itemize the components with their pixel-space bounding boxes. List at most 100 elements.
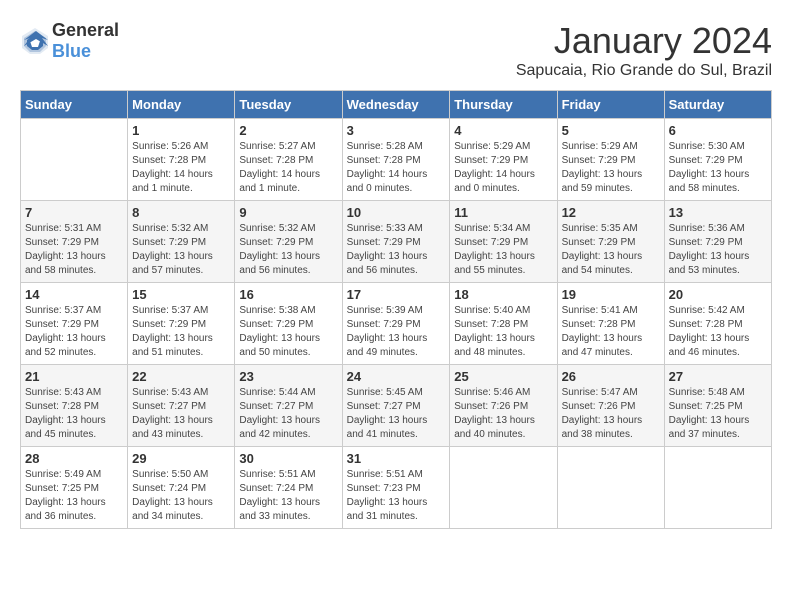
day-number: 2: [239, 123, 337, 138]
day-number: 19: [562, 287, 660, 302]
calendar-cell: 10Sunrise: 5:33 AM Sunset: 7:29 PM Dayli…: [342, 201, 450, 283]
day-info: Sunrise: 5:44 AM Sunset: 7:27 PM Dayligh…: [239, 386, 337, 442]
day-info: Sunrise: 5:39 AM Sunset: 7:29 PM Dayligh…: [347, 304, 446, 360]
day-header-wednesday: Wednesday: [342, 91, 450, 119]
calendar-week-5: 28 Sunrise: 5:49 AM Sunset: 7:25 PM Dayli…: [21, 447, 772, 529]
day-number: 18: [454, 287, 552, 302]
calendar-cell: [450, 447, 557, 529]
calendar-cell: 13 Sunrise: 5:36 AM Sunset: 7:29 PM Dayli…: [664, 201, 771, 283]
day-number: 9: [239, 205, 337, 220]
day-number: 8: [132, 205, 230, 220]
day-header-saturday: Saturday: [664, 91, 771, 119]
day-info: Sunrise: 5:32 AM Sunset: 7:29 PM Dayligh…: [132, 222, 230, 278]
day-info: Sunrise: 5:37 AM Sunset: 7:29 PM Dayligh…: [132, 304, 230, 360]
day-info: Sunrise: 5:29 AM Sunset: 7:29 PM Dayligh…: [454, 140, 552, 196]
day-info: Sunrise: 5:43 AM Sunset: 7:27 PM Dayligh…: [132, 386, 230, 442]
day-info: Sunrise: 5:36 AM Sunset: 7:29 PM Dayligh…: [669, 222, 767, 278]
day-number: 14: [25, 287, 123, 302]
calendar-cell: 30 Sunrise: 5:51 AM Sunset: 7:24 PM Dayli…: [235, 447, 342, 529]
calendar-cell: 26Sunrise: 5:47 AM Sunset: 7:26 PM Dayli…: [557, 365, 664, 447]
day-number: 31: [347, 451, 446, 466]
calendar-cell: 5Sunrise: 5:29 AM Sunset: 7:29 PM Daylig…: [557, 119, 664, 201]
day-info: Sunrise: 5:49 AM Sunset: 7:25 PM Dayligh…: [25, 468, 123, 524]
calendar-cell: 12Sunrise: 5:35 AM Sunset: 7:29 PM Dayli…: [557, 201, 664, 283]
day-info: Sunrise: 5:38 AM Sunset: 7:29 PM Dayligh…: [239, 304, 337, 360]
day-number: 16: [239, 287, 337, 302]
calendar-cell: 18 Sunrise: 5:40 AM Sunset: 7:28 PM Dayli…: [450, 283, 557, 365]
day-info: Sunrise: 5:30 AM Sunset: 7:29 PM Dayligh…: [669, 140, 767, 196]
calendar-week-1: 1 Sunrise: 5:26 AM Sunset: 7:28 PM Daylig…: [21, 119, 772, 201]
calendar-cell: 14Sunrise: 5:37 AM Sunset: 7:29 PM Dayli…: [21, 283, 128, 365]
day-info: Sunrise: 5:41 AM Sunset: 7:28 PM Dayligh…: [562, 304, 660, 360]
calendar-cell: 4 Sunrise: 5:29 AM Sunset: 7:29 PM Daylig…: [450, 119, 557, 201]
day-info: Sunrise: 5:27 AM Sunset: 7:28 PM Dayligh…: [239, 140, 337, 196]
day-number: 21: [25, 369, 123, 384]
calendar-week-4: 21 Sunrise: 5:43 AM Sunset: 7:28 PM Dayli…: [21, 365, 772, 447]
calendar-week-3: 14 Sunrise: 5:37 AM Sunset: 7:29 PM Dayli…: [21, 283, 772, 365]
day-header-tuesday: Tuesday: [235, 91, 342, 119]
calendar-cell: 31 Sunrise: 5:51 AM Sunset: 7:23 PM Dayli…: [342, 447, 450, 529]
day-number: 20: [669, 287, 767, 302]
day-number: 23: [239, 369, 337, 384]
day-number: 27: [669, 369, 767, 384]
day-number: 4: [454, 123, 552, 138]
calendar-cell: [21, 119, 128, 201]
calendar-cell: 16 Sunrise: 5:38 AM Sunset: 7:29 PM Dayli…: [235, 283, 342, 365]
calendar-cell: 7 Sunrise: 5:31 AM Sunset: 7:29 PM Daylig…: [21, 201, 128, 283]
calendar-cell: 2 Sunrise: 5:27 AM Sunset: 7:28 PM Daylig…: [235, 119, 342, 201]
calendar-cell: 19 Sunrise: 5:41 AM Sunset: 7:28 PM Dayli…: [557, 283, 664, 365]
day-number: 29: [132, 451, 230, 466]
calendar-cell: 20 Sunrise: 5:42 AM Sunset: 7:28 PM Dayli…: [664, 283, 771, 365]
day-number: 6: [669, 123, 767, 138]
day-header-thursday: Thursday: [450, 91, 557, 119]
calendar-cell: 23 Sunrise: 5:44 AM Sunset: 7:27 PM Dayli…: [235, 365, 342, 447]
calendar-cell: 29 Sunrise: 5:50 AM Sunset: 7:24 PM Dayli…: [128, 447, 235, 529]
day-number: 7: [25, 205, 123, 220]
title-block: January 2024 Sapucaia, Rio Grande do Sul…: [516, 20, 772, 80]
day-info: Sunrise: 5:50 AM Sunset: 7:24 PM Dayligh…: [132, 468, 230, 524]
calendar-cell: 24 Sunrise: 5:45 AM Sunset: 7:27 PM Dayli…: [342, 365, 450, 447]
calendar-cell: 15 Sunrise: 5:37 AM Sunset: 7:29 PM Dayli…: [128, 283, 235, 365]
day-info: Sunrise: 5:35 AM Sunset: 7:29 PM Dayligh…: [562, 222, 660, 278]
day-number: 15: [132, 287, 230, 302]
calendar-cell: 28 Sunrise: 5:49 AM Sunset: 7:25 PM Dayli…: [21, 447, 128, 529]
day-number: 1: [132, 123, 230, 138]
day-number: 24: [347, 369, 446, 384]
calendar-cell: 22Sunrise: 5:43 AM Sunset: 7:27 PM Dayli…: [128, 365, 235, 447]
month-title: January 2024: [516, 20, 772, 62]
day-info: Sunrise: 5:42 AM Sunset: 7:28 PM Dayligh…: [669, 304, 767, 360]
day-info: Sunrise: 5:31 AM Sunset: 7:29 PM Dayligh…: [25, 222, 123, 278]
calendar-week-2: 7 Sunrise: 5:31 AM Sunset: 7:29 PM Daylig…: [21, 201, 772, 283]
day-number: 30: [239, 451, 337, 466]
calendar-cell: [664, 447, 771, 529]
location-text: Sapucaia, Rio Grande do Sul, Brazil: [516, 62, 772, 80]
calendar-cell: 21 Sunrise: 5:43 AM Sunset: 7:28 PM Dayli…: [21, 365, 128, 447]
calendar-cell: 11Sunrise: 5:34 AM Sunset: 7:29 PM Dayli…: [450, 201, 557, 283]
calendar-cell: 17Sunrise: 5:39 AM Sunset: 7:29 PM Dayli…: [342, 283, 450, 365]
day-number: 11: [454, 205, 552, 220]
calendar-cell: 3Sunrise: 5:28 AM Sunset: 7:28 PM Daylig…: [342, 119, 450, 201]
day-info: Sunrise: 5:29 AM Sunset: 7:29 PM Dayligh…: [562, 140, 660, 196]
day-info: Sunrise: 5:46 AM Sunset: 7:26 PM Dayligh…: [454, 386, 552, 442]
day-info: Sunrise: 5:45 AM Sunset: 7:27 PM Dayligh…: [347, 386, 446, 442]
day-info: Sunrise: 5:40 AM Sunset: 7:28 PM Dayligh…: [454, 304, 552, 360]
day-number: 28: [25, 451, 123, 466]
day-header-friday: Friday: [557, 91, 664, 119]
day-number: 13: [669, 205, 767, 220]
day-number: 25: [454, 369, 552, 384]
day-info: Sunrise: 5:33 AM Sunset: 7:29 PM Dayligh…: [347, 222, 446, 278]
logo-blue-text: Blue: [52, 41, 91, 61]
logo: General Blue: [20, 20, 119, 62]
day-info: Sunrise: 5:51 AM Sunset: 7:23 PM Dayligh…: [347, 468, 446, 524]
calendar-cell: 1 Sunrise: 5:26 AM Sunset: 7:28 PM Daylig…: [128, 119, 235, 201]
day-info: Sunrise: 5:43 AM Sunset: 7:28 PM Dayligh…: [25, 386, 123, 442]
page-header: General Blue January 2024 Sapucaia, Rio …: [20, 20, 772, 80]
day-info: Sunrise: 5:26 AM Sunset: 7:28 PM Dayligh…: [132, 140, 230, 196]
day-info: Sunrise: 5:48 AM Sunset: 7:25 PM Dayligh…: [669, 386, 767, 442]
calendar-cell: 6 Sunrise: 5:30 AM Sunset: 7:29 PM Daylig…: [664, 119, 771, 201]
logo-general-text: General: [52, 20, 119, 40]
day-info: Sunrise: 5:51 AM Sunset: 7:24 PM Dayligh…: [239, 468, 337, 524]
calendar-cell: 27 Sunrise: 5:48 AM Sunset: 7:25 PM Dayli…: [664, 365, 771, 447]
days-header-row: SundayMondayTuesdayWednesdayThursdayFrid…: [21, 91, 772, 119]
day-number: 3: [347, 123, 446, 138]
